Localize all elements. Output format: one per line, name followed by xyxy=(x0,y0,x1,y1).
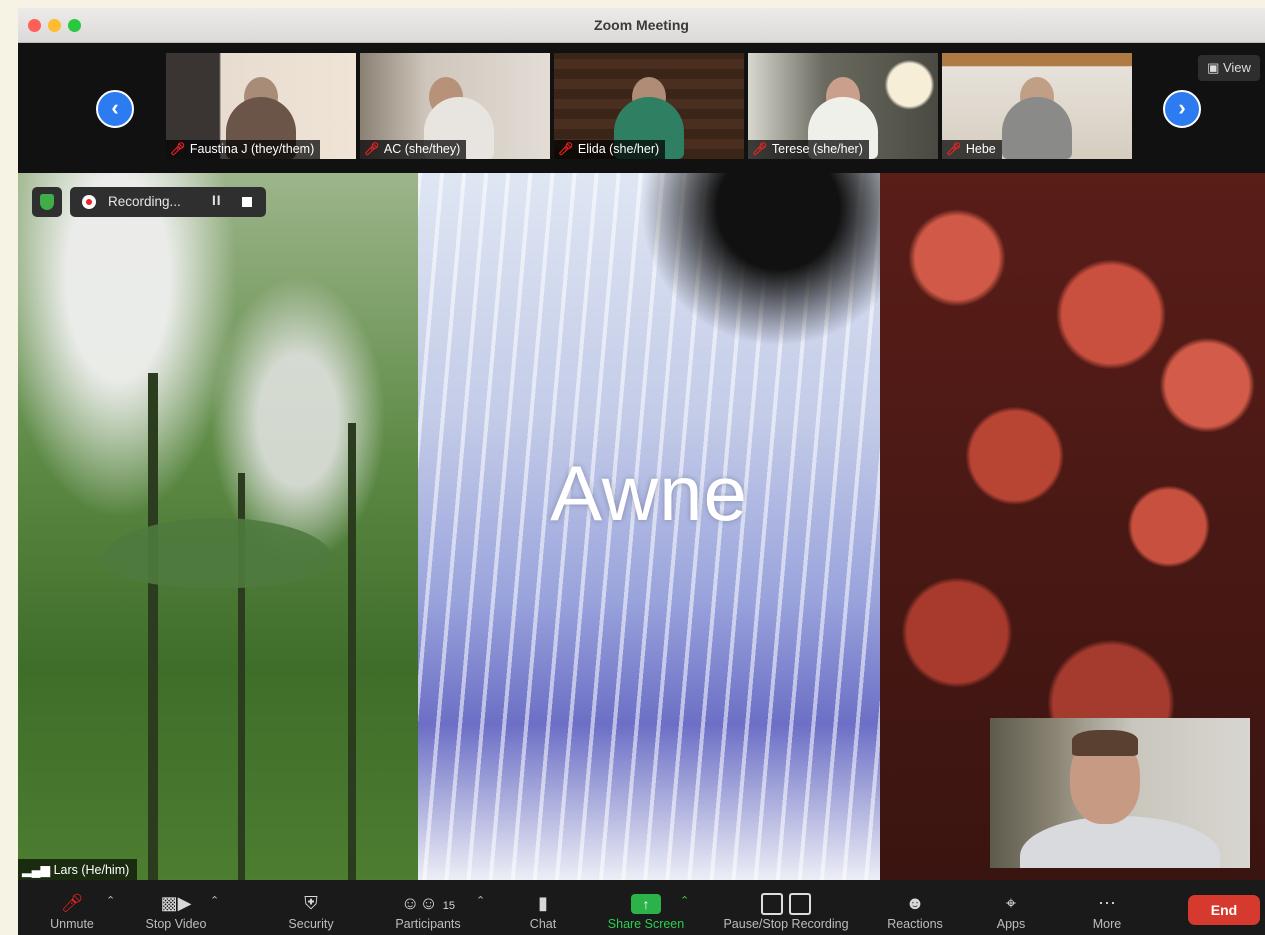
end-meeting-button[interactable]: End xyxy=(1188,895,1260,925)
participant-name: AC (she/they) xyxy=(383,142,461,156)
shield-icon: ⛨ xyxy=(304,893,318,913)
muted-mic-icon: 🎤︎ xyxy=(558,142,574,156)
chat-label: Chat xyxy=(529,917,557,931)
pause-stop-recording-label: Pause/Stop Recording xyxy=(723,917,849,931)
participant-name: Hebe xyxy=(965,142,996,156)
participant-name: Faustina J (they/them) xyxy=(189,142,315,156)
security-button[interactable]: ⛨ Security xyxy=(276,880,346,935)
unmute-label: Unmute xyxy=(50,917,94,931)
shared-video-stage: Awne Recording... II ▂▄▆ Lars (He/him) xyxy=(18,173,1265,880)
reactions-button[interactable]: ☻ Reactions xyxy=(880,880,950,935)
title-text: Awne xyxy=(550,449,748,537)
reactions-label: Reactions xyxy=(887,917,943,931)
participant-name: Elida (she/her) xyxy=(577,142,660,156)
speaker-name: Lars (He/him) xyxy=(53,863,130,877)
view-button[interactable]: ▣ View xyxy=(1198,55,1260,81)
share-screen-button[interactable]: ↑ Share Screen xyxy=(598,880,694,935)
participants-options-caret[interactable]: ⌃ xyxy=(476,894,485,907)
video-options-caret[interactable]: ⌃ xyxy=(210,894,219,907)
participant-tile[interactable]: 🎤︎ Hebe xyxy=(942,53,1132,159)
participant-tile[interactable]: 🎤︎ AC (she/they) xyxy=(360,53,550,159)
share-screen-label: Share Screen xyxy=(607,917,685,931)
inverted-forest-panel: Awne xyxy=(418,173,880,880)
chat-button[interactable]: ▮ Chat xyxy=(523,880,563,935)
stop-icon xyxy=(789,893,811,916)
participant-strip: ‹ 🎤︎ Faustina J (they/them) 🎤︎ AC (she/the… xyxy=(18,43,1265,173)
smiley-plus-icon: ☻ xyxy=(905,893,925,913)
unmute-button[interactable]: 🎤︎ Unmute xyxy=(40,880,104,935)
more-label: More xyxy=(1092,917,1122,931)
apps-label: Apps xyxy=(996,917,1026,931)
apps-icon: ⌖ xyxy=(1005,893,1017,913)
muted-mic-icon: 🎤︎ xyxy=(946,142,962,156)
view-label: View xyxy=(1222,60,1251,75)
forest-panel xyxy=(18,173,418,880)
participant-tile[interactable]: 🎤︎ Elida (she/her) xyxy=(554,53,744,159)
video-camera-icon: ▩▶︎ xyxy=(160,893,192,913)
recording-label: Recording... xyxy=(108,194,181,209)
shield-icon xyxy=(40,194,54,210)
record-icon xyxy=(82,195,96,209)
more-button[interactable]: ⋯ More xyxy=(1084,880,1130,935)
participant-tile[interactable]: 🎤︎ Faustina J (they/them) xyxy=(166,53,356,159)
pause-icon xyxy=(761,893,783,916)
signal-icon: ▂▄▆ xyxy=(22,863,51,877)
security-label: Security xyxy=(288,917,334,931)
participant-name: Terese (she/her) xyxy=(771,142,863,156)
audio-options-caret[interactable]: ⌃ xyxy=(106,894,115,907)
encryption-badge[interactable] xyxy=(32,187,62,217)
previous-page-button[interactable]: ‹ xyxy=(96,90,134,128)
stop-video-button[interactable]: ▩▶︎ Stop Video xyxy=(134,880,218,935)
participants-icon: ☺☺ xyxy=(400,893,438,913)
window-title: Zoom Meeting xyxy=(594,17,689,33)
meeting-toolbar: 🎤︎ Unmute ⌃ ▩▶︎ Stop Video ⌃ ⛨ Security … xyxy=(18,880,1265,935)
ellipsis-icon: ⋯ xyxy=(1098,893,1116,913)
share-screen-icon: ↑ xyxy=(631,894,661,914)
muted-mic-icon: 🎤︎ xyxy=(364,142,380,156)
muted-mic-icon: 🎤︎ xyxy=(170,142,186,156)
speaker-name-tag: ▂▄▆ Lars (He/him) xyxy=(18,859,138,880)
apps-button[interactable]: ⌖ Apps xyxy=(988,880,1034,935)
zoom-window: Zoom Meeting ‹ 🎤︎ Faustina J (they/them) … xyxy=(18,8,1265,935)
stop-recording-icon[interactable] xyxy=(242,197,252,207)
stop-video-label: Stop Video xyxy=(145,917,207,931)
share-options-caret[interactable]: ⌃ xyxy=(680,894,689,907)
pause-stop-recording-button[interactable]: Pause/Stop Recording xyxy=(708,880,864,935)
pause-recording-icon[interactable]: II xyxy=(212,193,222,208)
participants-count: 15 xyxy=(442,900,456,912)
self-view-video[interactable] xyxy=(990,718,1250,868)
participants-button[interactable]: ☺☺ 15 Participants xyxy=(386,880,470,935)
muted-mic-icon: 🎤︎ xyxy=(60,893,84,913)
participant-tile[interactable]: 🎤︎ Terese (she/her) xyxy=(748,53,938,159)
moth-image xyxy=(103,518,333,588)
title-bar: Zoom Meeting xyxy=(18,8,1265,43)
recording-indicator: Recording... II xyxy=(70,187,266,217)
grid-icon: ▣ xyxy=(1207,60,1220,75)
chat-bubble-icon: ▮ xyxy=(538,893,548,913)
participants-label: Participants xyxy=(395,917,461,931)
next-page-button[interactable]: › xyxy=(1163,90,1201,128)
muted-mic-icon: 🎤︎ xyxy=(752,142,768,156)
